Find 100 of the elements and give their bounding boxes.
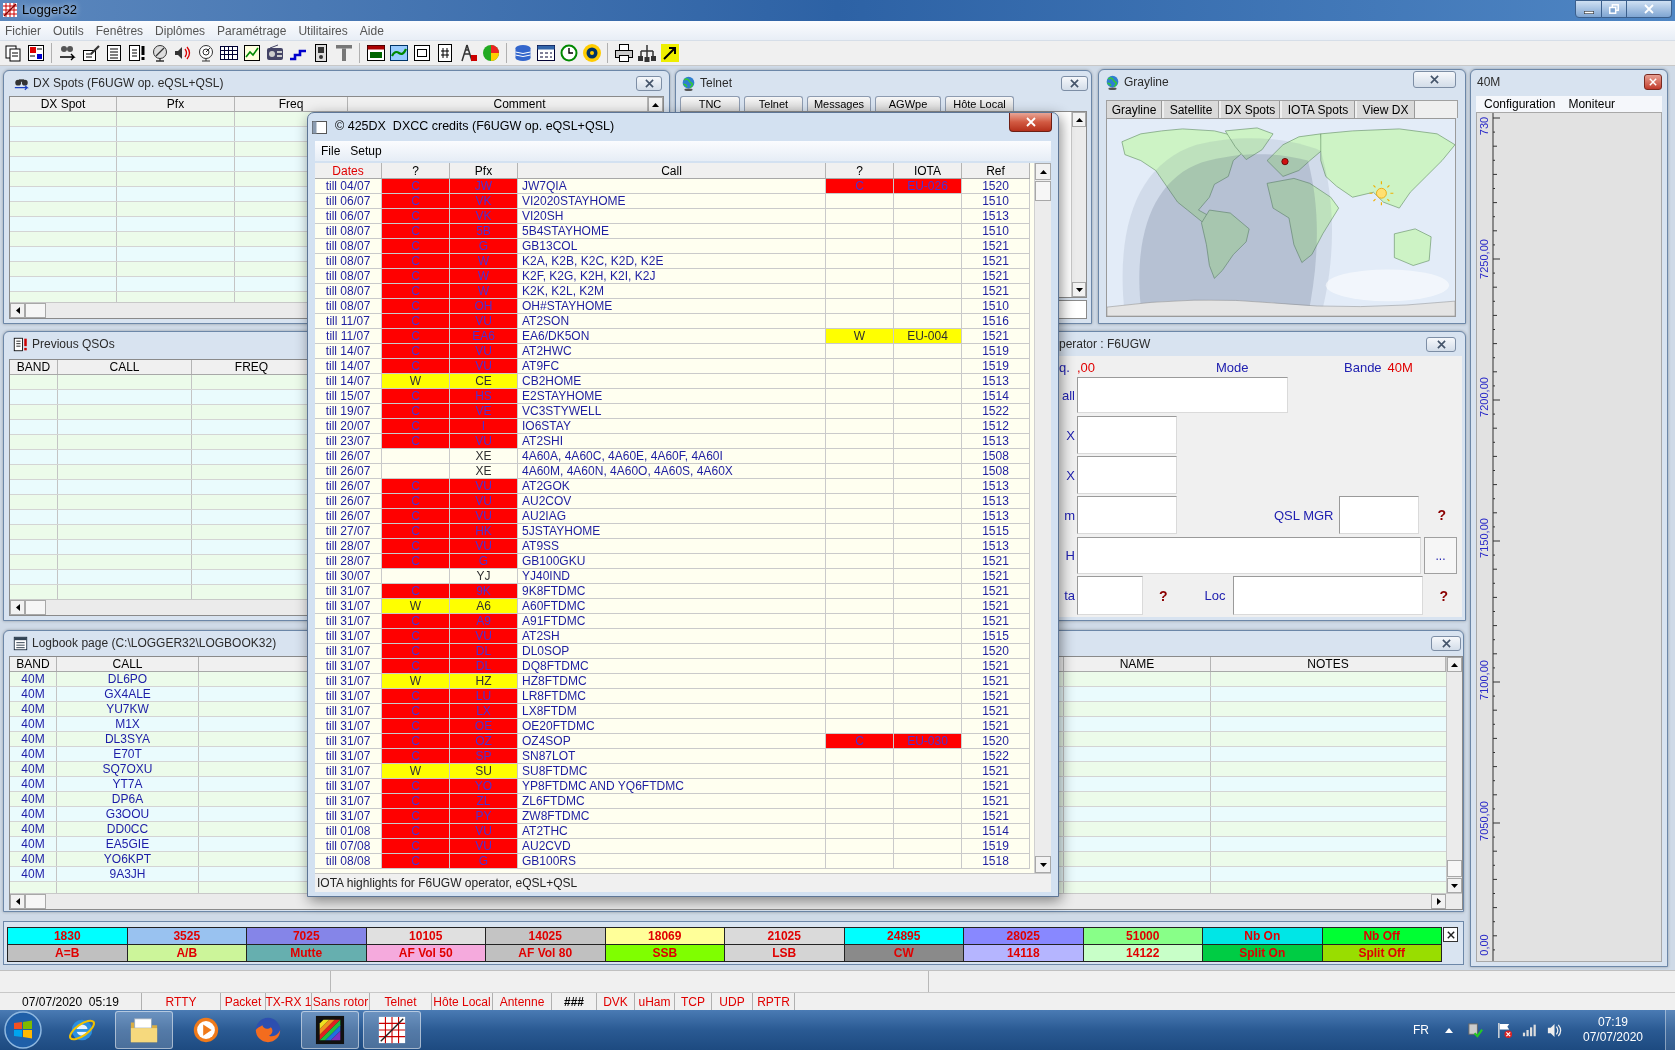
table-cell: C bbox=[382, 614, 450, 628]
scale-label: 7250,00 bbox=[1479, 239, 1490, 279]
table-cell: 1510 bbox=[962, 224, 1030, 238]
table-cell: 1508 bbox=[962, 449, 1030, 463]
table-cell: CB2HOME bbox=[518, 374, 826, 388]
window-title: Logbook page (C:\LOGGER32\LOGBOOK32) bbox=[32, 635, 277, 652]
table-cell: GB100RS bbox=[518, 854, 826, 868]
table-cell: LU bbox=[450, 689, 518, 703]
table-cell: C bbox=[382, 629, 450, 643]
table-cell: W bbox=[450, 284, 518, 298]
table-cell: YJ bbox=[450, 569, 518, 583]
table-cell: 5B4STAYHOME bbox=[518, 224, 826, 238]
table-cell: 1514 bbox=[962, 824, 1030, 838]
table-cell: 1518 bbox=[962, 854, 1030, 868]
table-cell: XE bbox=[450, 464, 518, 478]
table-cell: A9 bbox=[450, 614, 518, 628]
table-cell: YO6KPT bbox=[57, 852, 199, 866]
table-cell: 1521 bbox=[962, 704, 1030, 718]
table-cell: 40M bbox=[10, 747, 57, 761]
band-value: 40M bbox=[1387, 360, 1413, 374]
table-cell: E2STAYHOME bbox=[518, 389, 826, 403]
table-cell: K2A, K2B, K2C, K2D, K2E bbox=[518, 254, 826, 268]
table-cell: OE bbox=[450, 719, 518, 733]
table-cell: A91FTDMC bbox=[518, 614, 826, 628]
window-title: Grayline bbox=[1124, 74, 1169, 91]
table-cell: AT2THC bbox=[518, 824, 826, 838]
table-cell: 1521 bbox=[962, 254, 1030, 268]
table-cell: 40M bbox=[10, 777, 57, 791]
table-cell: AT9SS bbox=[518, 539, 826, 553]
table-cell: OH bbox=[450, 299, 518, 313]
scale-label: 7100,00 bbox=[1479, 660, 1490, 700]
table-cell: HZ8FTDMC bbox=[518, 674, 826, 688]
table-cell: C bbox=[382, 224, 450, 238]
table-cell: VI20SH bbox=[518, 209, 826, 223]
table-cell: 4A60M, 4A60N, 4A60O, 4A60S, 4A60X bbox=[518, 464, 826, 478]
table-cell: C bbox=[382, 689, 450, 703]
table-cell: 1515 bbox=[962, 524, 1030, 538]
table-cell: ZL bbox=[450, 794, 518, 808]
table-cell: 40M bbox=[10, 822, 57, 836]
table-cell: C bbox=[382, 344, 450, 358]
field-label: X bbox=[1065, 428, 1075, 442]
table-cell: C bbox=[382, 269, 450, 283]
table-cell: K2F, K2G, K2H, K2I, K2J bbox=[518, 269, 826, 283]
table-cell: 1521 bbox=[962, 569, 1030, 583]
table-cell: 1520 bbox=[962, 179, 1030, 193]
table-cell: 1521 bbox=[962, 614, 1030, 628]
table-cell: VU bbox=[450, 359, 518, 373]
table-cell: 1520 bbox=[962, 734, 1030, 748]
table-cell: K2K, K2L, K2M bbox=[518, 284, 826, 298]
table-cell: 9A3JH bbox=[57, 867, 199, 881]
table-cell: 1521 bbox=[962, 779, 1030, 793]
table-cell: C bbox=[382, 554, 450, 568]
field-label: QSL MGR bbox=[1274, 508, 1334, 522]
table-cell: LX8FTDM bbox=[518, 704, 826, 718]
table-cell: JW bbox=[450, 179, 518, 193]
table-cell: C bbox=[382, 704, 450, 718]
table-cell: 40M bbox=[10, 732, 57, 746]
scale-label: 730 bbox=[1479, 116, 1490, 136]
table-cell: DL bbox=[450, 644, 518, 658]
table-cell: IO6STAY bbox=[518, 419, 826, 433]
window-title: DX Spots (F6UGW op. eQSL+QSL) bbox=[33, 75, 224, 92]
table-cell: 1521 bbox=[962, 239, 1030, 253]
table-cell: G3OOU bbox=[57, 807, 199, 821]
table-cell: C bbox=[382, 494, 450, 508]
table-cell: AT2SHI bbox=[518, 434, 826, 448]
table-cell: AU2CVD bbox=[518, 839, 826, 853]
table-cell: VU bbox=[450, 434, 518, 448]
table-cell: 1520 bbox=[962, 644, 1030, 658]
table-cell: HK bbox=[450, 524, 518, 538]
table-cell: 1521 bbox=[962, 764, 1030, 778]
table-cell: G bbox=[450, 854, 518, 868]
table-cell: 40M bbox=[10, 867, 57, 881]
table-cell: C bbox=[382, 659, 450, 673]
table-cell: C bbox=[826, 734, 894, 748]
table-cell: AT2SH bbox=[518, 629, 826, 643]
table-cell: VU bbox=[450, 539, 518, 553]
table-cell: 5JSTAYHOME bbox=[518, 524, 826, 538]
table-cell: 4A60A, 4A60C, 4A60E, 4A60F, 4A60I bbox=[518, 449, 826, 463]
table-cell: 9K8FTDMC bbox=[518, 584, 826, 598]
table-cell: DL6PO bbox=[57, 672, 199, 686]
table-cell: 1519 bbox=[962, 344, 1030, 358]
table-cell: till 26/07 bbox=[315, 449, 382, 463]
table-cell: HS bbox=[450, 389, 518, 403]
table-cell: 1521 bbox=[962, 689, 1030, 703]
table-cell: YU7KW bbox=[57, 702, 199, 716]
table-cell: C bbox=[382, 254, 450, 268]
table-cell: 40M bbox=[10, 807, 57, 821]
window-title: perator : F6UGW bbox=[1059, 336, 1151, 353]
table-cell: W bbox=[382, 599, 450, 613]
table-cell: 1513 bbox=[962, 509, 1030, 523]
table-cell: 1521 bbox=[962, 584, 1030, 598]
table-cell: C bbox=[382, 809, 450, 823]
table-cell: AU2IAG bbox=[518, 509, 826, 523]
window-title: Previous QSOs bbox=[32, 336, 115, 353]
table-cell: C bbox=[382, 584, 450, 598]
table-cell: C bbox=[382, 314, 450, 328]
table-cell: C bbox=[382, 359, 450, 373]
table-cell: 40M bbox=[10, 687, 57, 701]
window-title: Telnet bbox=[700, 75, 733, 92]
table-cell: I bbox=[450, 419, 518, 433]
